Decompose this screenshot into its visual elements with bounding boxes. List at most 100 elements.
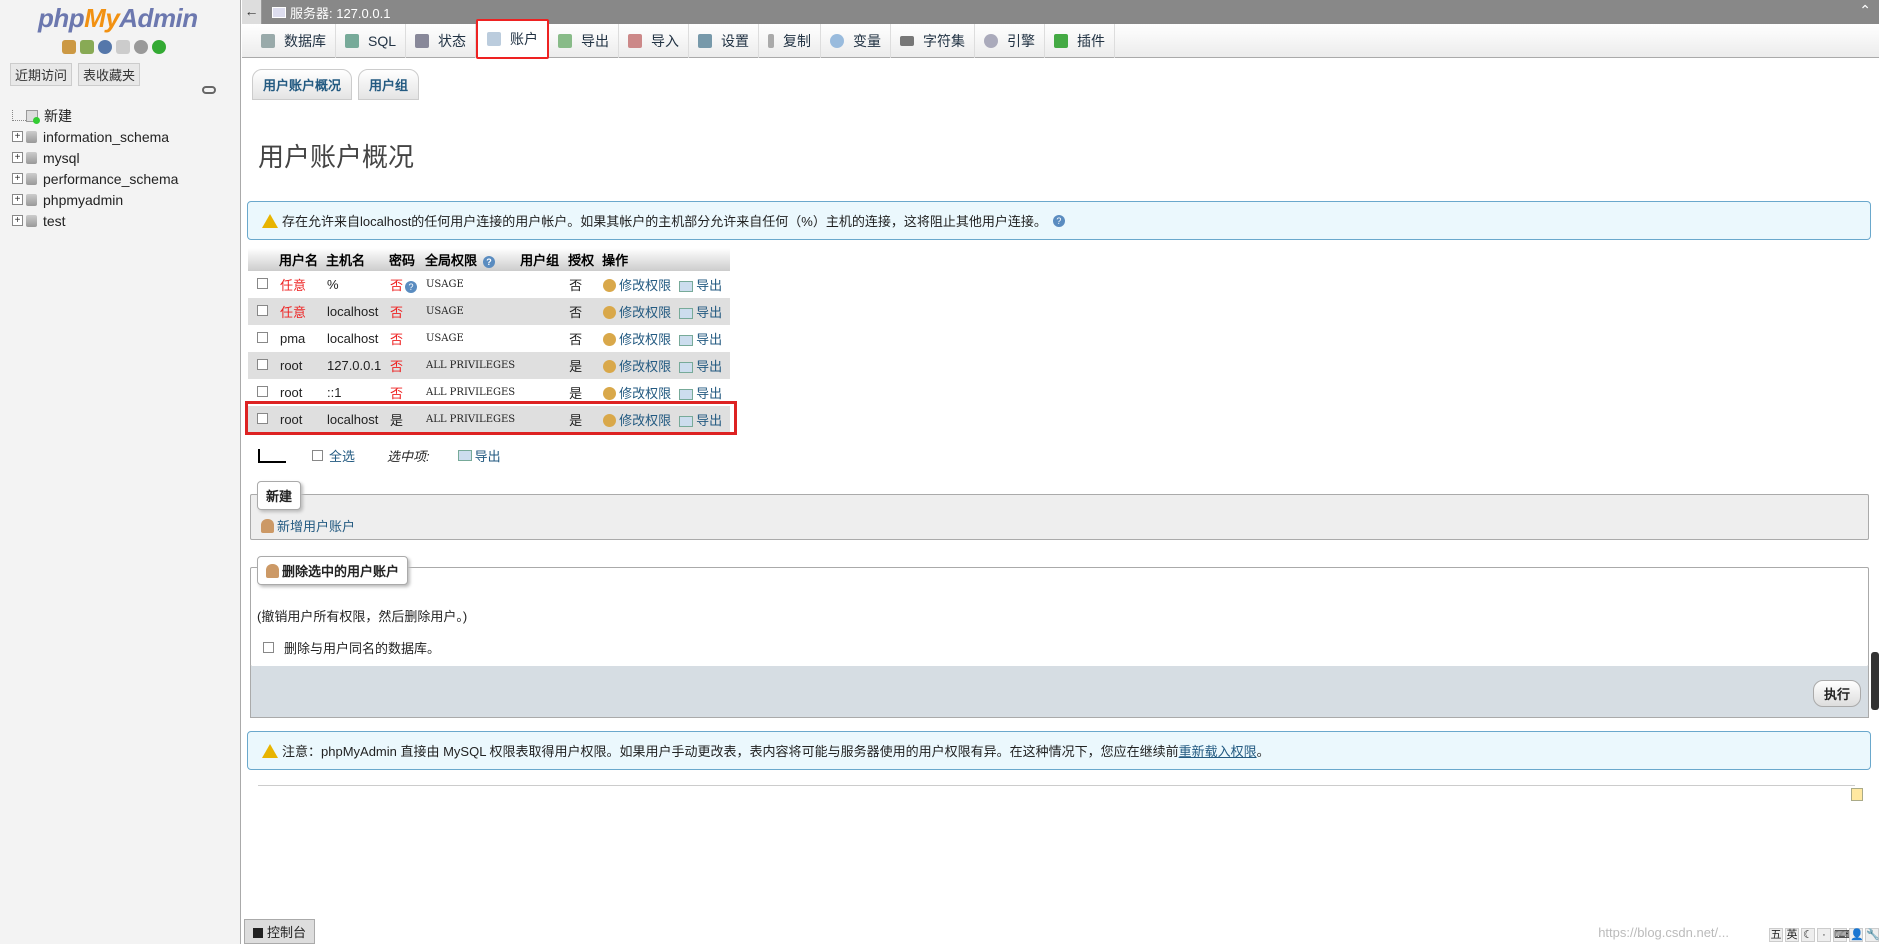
tree-item-label[interactable]: test — [43, 213, 66, 229]
tree-item-db[interactable]: + information_schema — [12, 126, 178, 147]
breadcrumb-server[interactable]: 服务器: 127.0.0.1 — [290, 3, 390, 22]
tree-item-label[interactable]: phpmyadmin — [43, 192, 123, 208]
export-icon — [679, 389, 694, 400]
help-icon[interactable]: ? — [483, 256, 496, 268]
tree-item-label[interactable]: performance_schema — [43, 171, 178, 187]
row-checkbox-cell — [248, 379, 277, 406]
add-user-link-wrap[interactable]: 新增用户账户 — [261, 516, 355, 535]
subtab-user-overview[interactable]: 用户账户概况 — [252, 69, 353, 100]
tree-item-label[interactable]: mysql — [43, 150, 80, 166]
wrench-icon[interactable]: 🔧 — [1865, 928, 1879, 942]
edit-privileges-link[interactable]: 修改权限 — [619, 278, 671, 293]
row-export-link[interactable]: 导出 — [696, 359, 722, 374]
edit-privileges-link[interactable]: 修改权限 — [619, 332, 671, 347]
tab-replication[interactable]: 复制 — [759, 23, 822, 58]
logout-icon[interactable] — [80, 40, 94, 54]
expand-icon[interactable]: + — [12, 131, 23, 142]
drop-db-label[interactable]: 删除与用户同名的数据库。 — [284, 638, 440, 657]
scroll-handle[interactable] — [1871, 652, 1879, 710]
reload-privileges-link[interactable]: 重新载入权限 — [1179, 741, 1257, 760]
drop-db-checkbox[interactable] — [263, 642, 274, 653]
execute-button[interactable]: 执行 — [1812, 680, 1861, 707]
edit-privileges-link[interactable]: 修改权限 — [619, 386, 671, 401]
replication-icon — [768, 33, 775, 48]
tab-databases[interactable]: 数据库 — [252, 23, 336, 58]
add-user-link[interactable]: 新增用户账户 — [277, 519, 355, 534]
subtab-user-groups[interactable]: 用户组 — [358, 69, 420, 100]
tab-engines[interactable]: 引擎 — [975, 23, 1046, 58]
expand-icon[interactable]: + — [12, 215, 23, 226]
header-password[interactable]: 密码 — [387, 248, 423, 271]
help-icon[interactable]: ? — [405, 281, 418, 293]
tab-export[interactable]: 导出 — [549, 23, 620, 58]
recent-tab[interactable]: 近期访问 — [10, 63, 73, 86]
row-checkbox[interactable] — [257, 278, 268, 289]
tab-import[interactable]: 导入 — [619, 23, 690, 58]
help-icon[interactable]: ? — [1052, 214, 1065, 227]
tree-item-db[interactable]: + phpmyadmin — [12, 189, 178, 210]
cell-hostname: 127.0.0.1 — [324, 352, 387, 379]
link-with-main-icon[interactable] — [202, 86, 216, 94]
tree-item-label[interactable]: information_schema — [43, 129, 169, 145]
new-db-icon — [26, 109, 40, 124]
select-all-label[interactable]: 全选 — [329, 446, 355, 465]
tab-label: 账户 — [510, 30, 539, 47]
home-icon[interactable] — [62, 40, 76, 54]
edit-privileges-link[interactable]: 修改权限 — [619, 413, 671, 428]
tab-status[interactable]: 状态 — [406, 23, 477, 58]
keyboard-icon[interactable]: ⌨ — [1833, 928, 1850, 942]
moon-icon[interactable]: ☾ — [1801, 928, 1815, 942]
row-export-link[interactable]: 导出 — [696, 386, 722, 401]
dot-icon[interactable]: · — [1817, 928, 1831, 942]
tab-settings[interactable]: 设置 — [689, 23, 760, 58]
tree-item-new[interactable]: 新建 — [12, 105, 178, 126]
phpmyadmin-logo[interactable]: phpMyAdmin — [38, 3, 198, 34]
cell-username: 任意 — [277, 298, 324, 325]
tab-plugins[interactable]: 插件 — [1045, 23, 1116, 58]
watermark-text: https://blog.csdn.net/... — [1598, 925, 1729, 940]
warning-icon — [262, 743, 278, 758]
edit-privileges-icon — [603, 333, 617, 346]
reload-icon[interactable] — [152, 40, 166, 54]
ime-icon[interactable]: 五 — [1769, 928, 1783, 942]
collapse-icon[interactable]: ⌃ — [1859, 2, 1871, 19]
fieldset-footer — [250, 666, 1869, 718]
gear-icon[interactable] — [134, 40, 148, 54]
edit-privileges-link[interactable]: 修改权限 — [619, 359, 671, 374]
tab-sql[interactable]: SQL — [336, 23, 407, 58]
row-export-link[interactable]: 导出 — [696, 413, 722, 428]
notepad-icon[interactable] — [1851, 788, 1863, 801]
tab-variables[interactable]: 变量 — [821, 23, 892, 58]
select-all-checkbox[interactable] — [312, 450, 323, 461]
header-hostname[interactable]: 主机名 — [324, 248, 387, 271]
expand-icon[interactable]: + — [12, 194, 23, 205]
tree-item-db[interactable]: + mysql — [12, 147, 178, 168]
export-icon — [679, 308, 694, 319]
tree-item-db[interactable]: + performance_schema — [12, 168, 178, 189]
row-checkbox[interactable] — [257, 386, 268, 397]
favorites-tab[interactable]: 表收藏夹 — [78, 63, 141, 86]
console-toggle[interactable]: 控制台 — [244, 919, 316, 944]
tree-item-db[interactable]: + test — [12, 210, 178, 231]
row-checkbox[interactable] — [257, 413, 268, 424]
help-icon[interactable] — [98, 40, 112, 54]
expand-icon[interactable]: + — [12, 152, 23, 163]
back-arrow-icon[interactable]: ← — [242, 0, 262, 24]
user-icon[interactable]: 👤 — [1849, 928, 1864, 942]
row-export-link[interactable]: 导出 — [696, 278, 722, 293]
expand-icon[interactable]: + — [12, 173, 23, 184]
row-export-link[interactable]: 导出 — [696, 305, 722, 320]
row-checkbox[interactable] — [257, 332, 268, 343]
edit-privileges-link[interactable]: 修改权限 — [619, 305, 671, 320]
lang-icon[interactable]: 英 — [1785, 928, 1799, 942]
tab-charsets[interactable]: 字符集 — [891, 23, 976, 58]
bulk-export-link[interactable]: 导出 — [475, 446, 501, 465]
edit-privileges-icon — [603, 360, 617, 373]
row-export-link[interactable]: 导出 — [696, 332, 722, 347]
tree-item-label[interactable]: 新建 — [44, 106, 72, 126]
row-checkbox[interactable] — [257, 305, 268, 316]
docs-icon[interactable] — [116, 40, 130, 54]
tab-accounts[interactable]: 账户 — [476, 18, 550, 59]
row-checkbox[interactable] — [257, 359, 268, 370]
header-username[interactable]: 用户名 — [277, 248, 324, 271]
